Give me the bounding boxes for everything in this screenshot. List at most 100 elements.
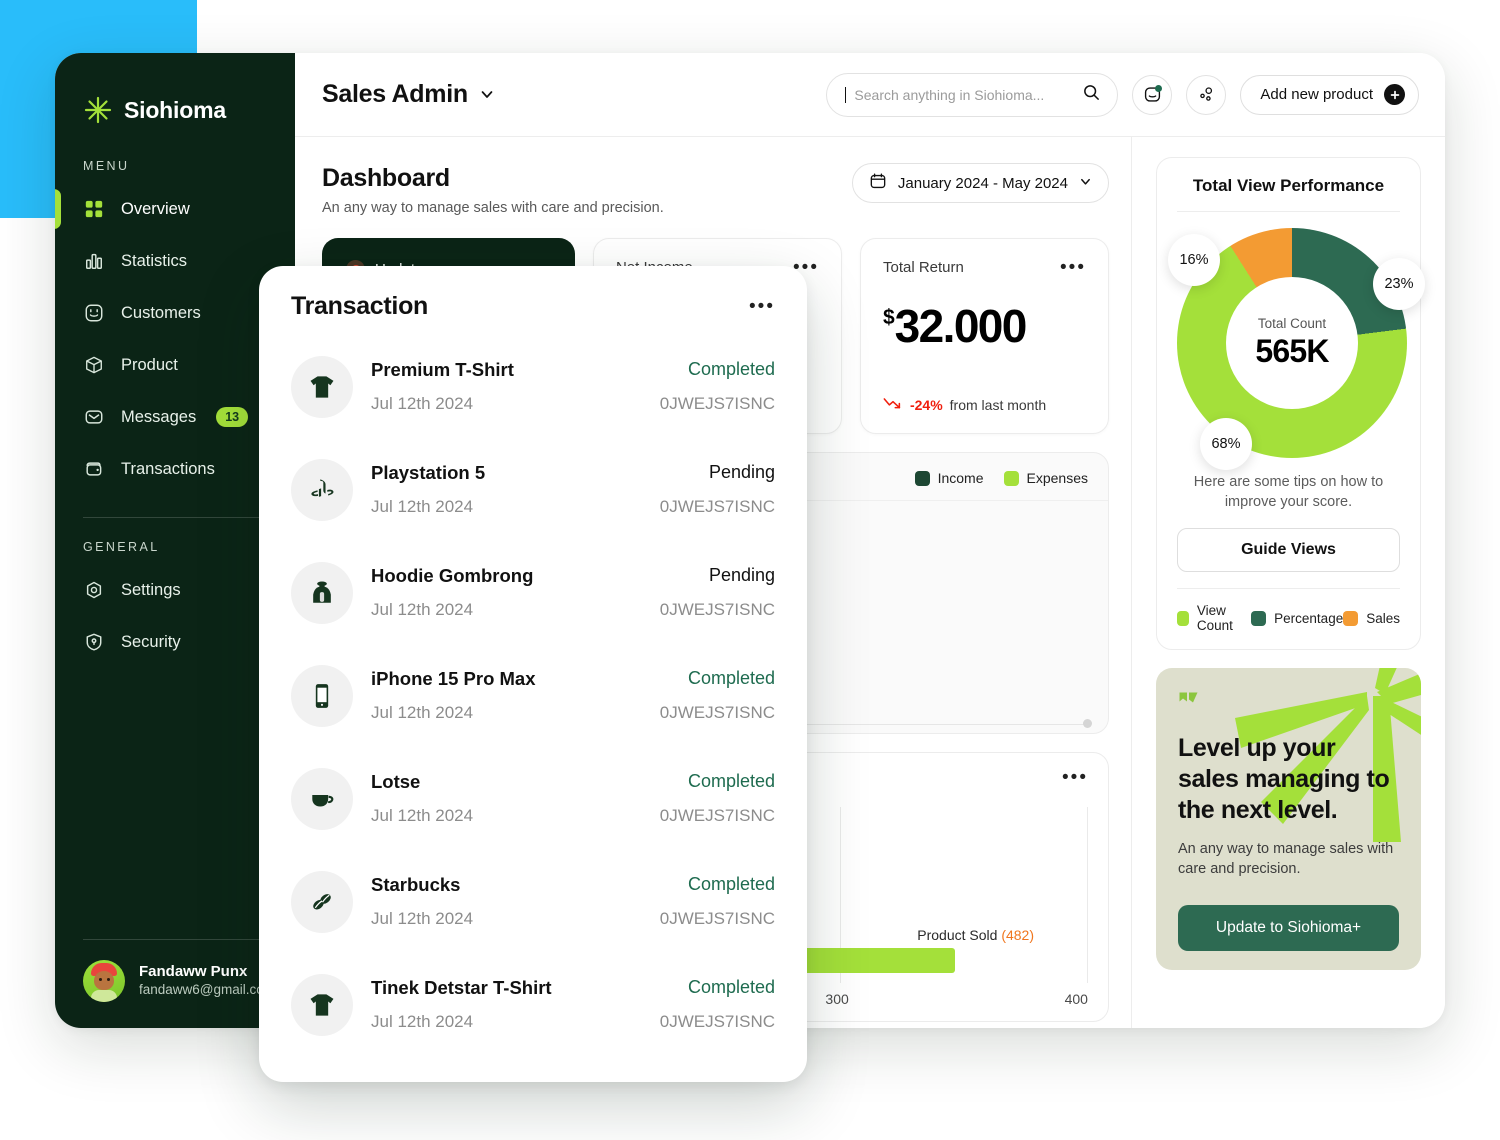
transaction-code: 0JWEJS7ISNC xyxy=(659,703,775,722)
guide-views-button[interactable]: Guide Views xyxy=(1177,528,1400,572)
screenshot-root: Siohioma MENU Overview Statistics Custom… xyxy=(0,0,1500,1140)
more-options-icon[interactable]: ••• xyxy=(749,297,775,316)
update-to-siohioma-plus-button[interactable]: Update to Siohioma+ xyxy=(1178,905,1399,951)
currency-symbol: $ xyxy=(882,306,895,329)
legend-swatch xyxy=(1177,610,1189,626)
transaction-status: Pending xyxy=(708,462,775,482)
transaction-row[interactable]: iPhone 15 Pro Max Jul 12th 2024 Complete… xyxy=(291,644,775,747)
date-range-picker[interactable]: January 2024 - May 2024 xyxy=(851,163,1109,203)
bar-chart-icon xyxy=(83,250,105,272)
total-view-donut-chart: Total Count 565K 16% 23% 68% xyxy=(1168,228,1425,470)
transaction-row[interactable]: Playstation 5 Jul 12th 2024 Pending 0JWE… xyxy=(291,438,775,541)
legend-item-percentage: Percentage xyxy=(1251,610,1343,626)
donut-center: Total Count 565K xyxy=(1226,277,1358,409)
workspace-label: Sales Admin xyxy=(322,80,468,108)
legend-label: Sales xyxy=(1366,610,1400,626)
transaction-row[interactable]: Starbucks Jul 12th 2024 Completed 0JWEJS… xyxy=(291,850,775,953)
search-placeholder: Search anything in Siohioma... xyxy=(854,86,1045,103)
transaction-date: Jul 12th 2024 xyxy=(371,1012,474,1031)
transaction-status: Completed xyxy=(687,874,775,894)
siohioma-logo-icon xyxy=(83,95,113,125)
search-input[interactable]: Search anything in Siohioma... xyxy=(826,72,1119,117)
gear-icon xyxy=(83,579,105,601)
chart-legend: Income Expenses xyxy=(914,470,1088,486)
avatar xyxy=(83,960,125,1002)
legend-swatch xyxy=(1251,610,1267,626)
shield-icon xyxy=(83,631,105,653)
transaction-name: Tinek Detstar T-Shirt xyxy=(371,977,552,998)
page-title: Dashboard xyxy=(322,164,450,192)
transaction-code: 0JWEJS7ISNC xyxy=(659,600,775,619)
total-return-delta: -24% from last month xyxy=(883,397,1086,413)
topbar-actions: Search anything in Siohioma... Add new p… xyxy=(826,72,1419,117)
tshirt-icon xyxy=(291,973,353,1036)
report-bar-value: (482) xyxy=(1001,927,1034,943)
transaction-status: Completed xyxy=(687,977,775,997)
promo-body: An any way to manage sales with care and… xyxy=(1178,841,1394,877)
notification-dot xyxy=(1155,84,1163,92)
page-subtitle: An any way to manage sales with care and… xyxy=(322,200,664,216)
hoodie-icon xyxy=(291,561,353,624)
transaction-name: iPhone 15 Pro Max xyxy=(371,668,536,689)
legend-item-sales: Sales xyxy=(1343,610,1400,626)
sidebar-item-label: Messages xyxy=(121,407,197,426)
search-icon[interactable] xyxy=(1082,83,1101,107)
total-view-title: Total View Performance xyxy=(1192,176,1385,195)
trend-down-icon xyxy=(883,397,903,413)
connections-button[interactable] xyxy=(1186,74,1227,115)
transaction-name: Lotse xyxy=(371,771,421,792)
notifications-button[interactable] xyxy=(1132,74,1173,115)
transaction-panel: Transaction ••• Premium T-Shirt Jul 12th… xyxy=(259,266,807,1082)
transaction-date: Jul 12th 2024 xyxy=(371,600,474,619)
transaction-status: Pending xyxy=(708,565,775,585)
transaction-status: Completed xyxy=(687,771,775,791)
donut-center-value: 565K xyxy=(1255,333,1329,369)
donut-label-viewcount: 68% xyxy=(1200,418,1252,470)
sidebar-item-label: Security xyxy=(121,632,181,651)
add-new-product-button[interactable]: Add new product xyxy=(1240,74,1419,115)
transaction-name: Hoodie Gombrong xyxy=(371,565,534,586)
more-options-icon[interactable]: ••• xyxy=(1060,258,1086,277)
total-return-value: $ 32.000 xyxy=(883,300,1086,352)
coffee-bean-icon xyxy=(291,870,353,933)
brand: Siohioma xyxy=(55,53,295,137)
transaction-name: Premium T-Shirt xyxy=(371,359,514,380)
promo-heading: Level up your sales managing to the next… xyxy=(1178,734,1390,824)
sidebar-item-statistics[interactable]: Statistics xyxy=(55,235,295,287)
wallet-icon xyxy=(83,458,105,480)
sidebar-item-label: Product xyxy=(121,355,178,374)
chevron-down-icon[interactable] xyxy=(479,80,495,109)
legend-swatch xyxy=(1003,470,1019,486)
legend-label: Income xyxy=(937,470,984,486)
legend-swatch xyxy=(1343,610,1359,626)
transaction-date: Jul 12th 2024 xyxy=(371,703,474,722)
transaction-panel-header: Transaction ••• xyxy=(291,292,775,321)
transaction-date: Jul 12th 2024 xyxy=(371,909,474,928)
smiley-face-icon xyxy=(83,302,105,324)
sidebar-menu-label: MENU xyxy=(83,159,130,173)
legend-item-expenses: Expenses xyxy=(1003,470,1088,486)
right-column: Total View Performance Total Count 565K … xyxy=(1131,137,1445,1028)
transaction-row[interactable]: Premium T-Shirt Jul 12th 2024 Completed … xyxy=(291,335,775,438)
sidebar-item-overview[interactable]: Overview xyxy=(55,183,295,235)
transaction-row[interactable]: Tinek Detstar T-Shirt Jul 12th 2024 Comp… xyxy=(291,953,775,1056)
chevron-down-icon[interactable] xyxy=(1079,175,1092,192)
sidebar-item-label: Statistics xyxy=(121,251,188,270)
transaction-status: Completed xyxy=(687,359,775,379)
total-return-card: Total Return ••• $ 32.000 -24% from last… xyxy=(859,238,1109,434)
transaction-code: 0JWEJS7ISNC xyxy=(659,497,775,516)
transaction-code: 0JWEJS7ISNC xyxy=(659,394,775,413)
workspace-switcher[interactable]: Sales Admin xyxy=(322,80,495,109)
legend-label: Expenses xyxy=(1026,470,1088,486)
transaction-code: 0JWEJS7ISNC xyxy=(659,1012,775,1031)
divider xyxy=(1177,211,1400,212)
transaction-row[interactable]: Hoodie Gombrong Jul 12th 2024 Pending 0J… xyxy=(291,541,775,644)
legend-item-view-count: View Count xyxy=(1177,603,1251,633)
transaction-row[interactable]: Lotse Jul 12th 2024 Completed 0JWEJS7ISN… xyxy=(291,747,775,850)
sidebar-item-label: Transactions xyxy=(121,459,215,478)
total-view-performance-card: Total View Performance Total Count 565K … xyxy=(1156,157,1425,650)
donut-center-caption: Total Count xyxy=(1257,316,1327,331)
more-options-icon[interactable]: ••• xyxy=(1062,768,1088,787)
envelope-icon xyxy=(83,406,105,428)
sidebar-item-label: Settings xyxy=(121,580,181,599)
